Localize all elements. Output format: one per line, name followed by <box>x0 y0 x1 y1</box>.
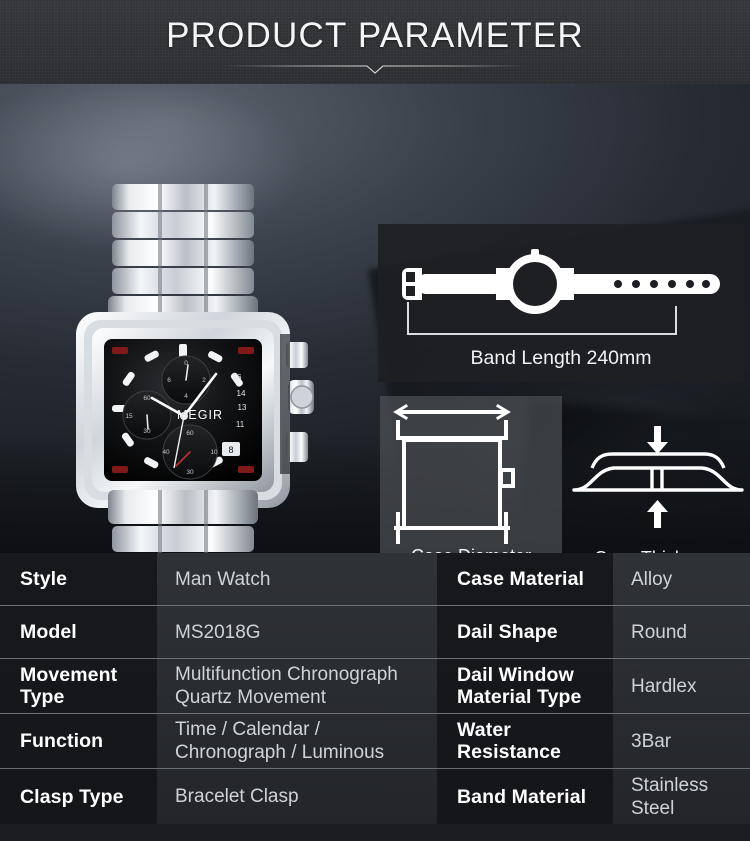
product-parameter-page: PRODUCT PARAMETER 0 2 4 6 60 30 15 60 10… <box>0 0 750 841</box>
spec-value: Hardlex <box>631 675 697 697</box>
table-row: Water Resistance 3Bar <box>437 714 750 769</box>
svg-text:14: 14 <box>237 389 246 398</box>
band-length-diagram <box>402 249 720 335</box>
spec-label: Function <box>0 714 157 768</box>
specification-table: Style Man Watch Model MS2018G Movement T… <box>0 553 750 824</box>
svg-text:30: 30 <box>186 469 194 476</box>
spec-value: MS2018G <box>175 621 261 643</box>
svg-text:15: 15 <box>125 413 133 420</box>
page-header: PRODUCT PARAMETER <box>0 0 750 84</box>
spec-label: Movement Type <box>0 659 157 713</box>
svg-text:16: 16 <box>233 373 242 382</box>
table-row: Model MS2018G <box>0 606 437 659</box>
spec-label: Model <box>0 606 157 658</box>
table-row: Case Material Alloy <box>437 553 750 606</box>
table-row: Clasp Type Bracelet Clasp <box>0 769 437 824</box>
spec-column-right: Case Material Alloy Dail Shape Round Dai… <box>437 553 750 824</box>
watch-bracelet-upper <box>108 184 258 330</box>
svg-text:6: 6 <box>167 377 171 384</box>
spec-value: Alloy <box>631 568 673 590</box>
svg-text:10: 10 <box>210 449 218 456</box>
table-row: Band Material Stainless Steel <box>437 769 750 824</box>
watch-dial: 02 46 6030 15 6010 3040 8 1614 1311 MEGI… <box>104 339 262 481</box>
table-row: Movement Type Multifunction Chronograph … <box>0 659 437 714</box>
case-thickness-diagram <box>572 426 744 528</box>
case-thickness-panel: Case Thickness 14mm <box>566 422 750 554</box>
spec-value: Round <box>631 621 687 643</box>
svg-text:60: 60 <box>143 395 151 402</box>
spec-label: Band Material <box>437 769 613 824</box>
svg-text:8: 8 <box>228 445 233 455</box>
table-row: Function Time / Calendar / Chronograph /… <box>0 714 437 769</box>
table-row: Dail Shape Round <box>437 606 750 659</box>
svg-text:4: 4 <box>184 393 188 400</box>
svg-text:60: 60 <box>186 430 194 437</box>
spec-label: Dail Window Material Type <box>437 659 613 713</box>
spec-value: Man Watch <box>175 568 271 590</box>
product-photo-area: 02 46 60 30 15 60 10 30 40 8 16 14 13 11… <box>0 84 750 554</box>
spec-value: 3Bar <box>631 730 672 752</box>
svg-text:2: 2 <box>202 377 206 384</box>
svg-text:13: 13 <box>238 403 247 412</box>
band-length-caption: Band Length 240mm <box>470 347 652 369</box>
table-row: Dail Window Material Type Hardlex <box>437 659 750 714</box>
spec-column-left: Style Man Watch Model MS2018G Movement T… <box>0 553 437 824</box>
watch-bracelet-lower <box>108 490 258 554</box>
spec-label: Case Material <box>437 553 613 605</box>
case-diameter-diagram <box>393 403 515 544</box>
watch-product-image: 02 46 60 30 15 60 10 30 40 8 16 14 13 11… <box>48 184 318 554</box>
svg-text:11: 11 <box>236 420 245 429</box>
spec-label: Water Resistance <box>437 714 613 768</box>
spec-label: Dail Shape <box>437 606 613 658</box>
svg-text:40: 40 <box>162 449 170 456</box>
band-length-panel: Band Length 240mm <box>378 224 744 382</box>
title-divider <box>225 65 525 74</box>
page-title: PRODUCT PARAMETER <box>166 16 584 55</box>
spec-value: Time / Calendar / Chronograph / Luminous <box>175 719 385 763</box>
case-diameter-panel: Case Diameter 40mm <box>380 396 562 554</box>
svg-text:30: 30 <box>143 428 151 435</box>
table-row: Style Man Watch <box>0 553 437 606</box>
spec-value: Stainless Steel <box>631 774 709 819</box>
spec-label: Style <box>0 553 157 605</box>
spec-value: Bracelet Clasp <box>175 786 299 807</box>
spec-value: Multifunction Chronograph Quartz Movemen… <box>175 664 398 708</box>
spec-label: Clasp Type <box>0 769 157 824</box>
